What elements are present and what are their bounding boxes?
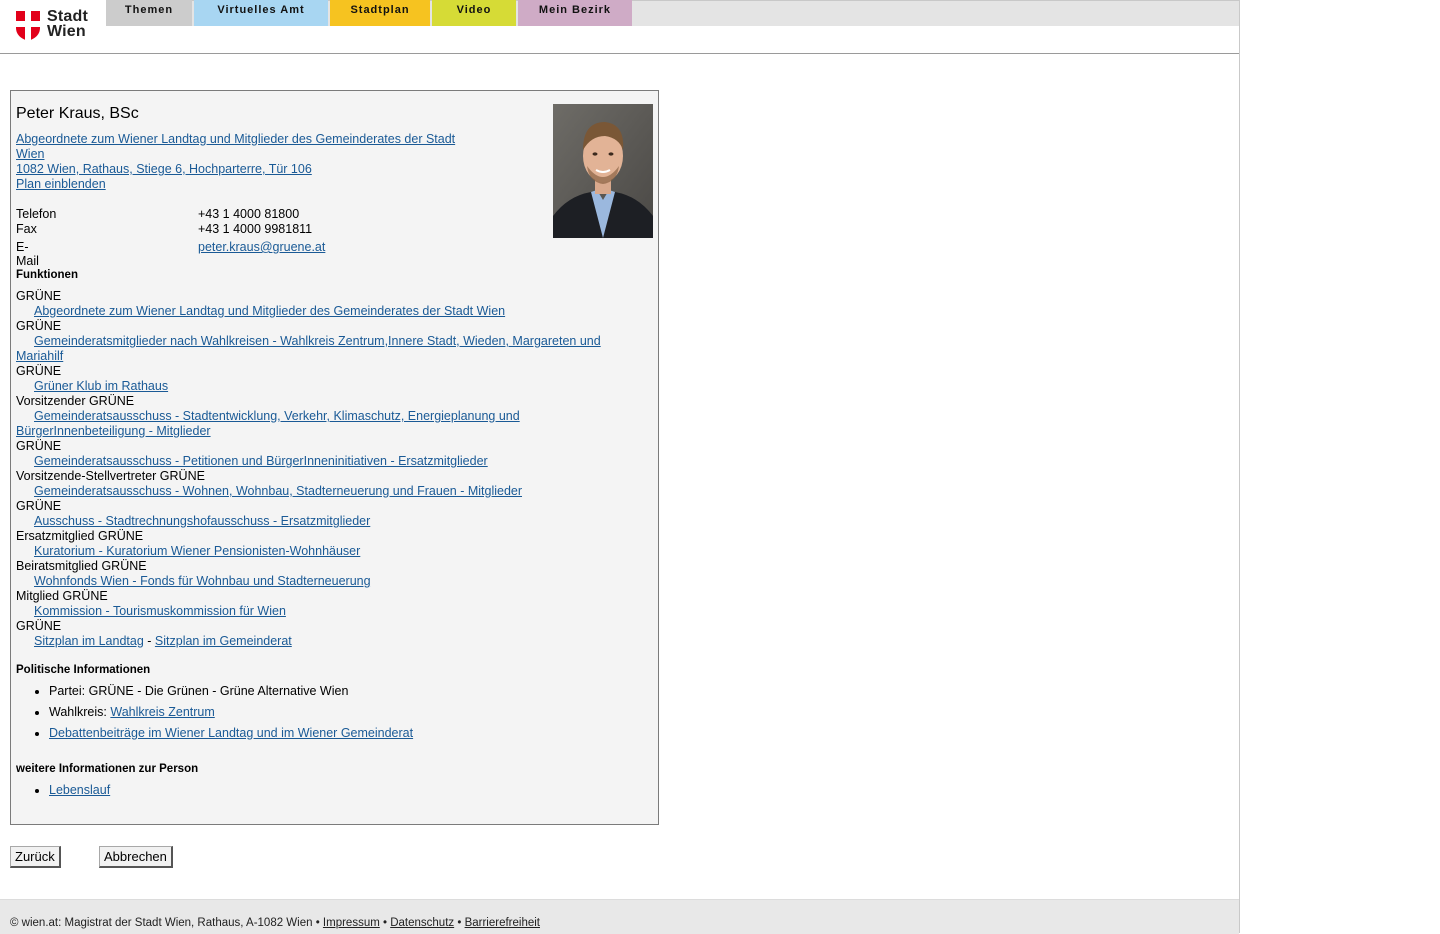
person-card: Peter Kraus, BSc Abgeordnete zum Wiener … (10, 90, 659, 825)
copyright-text: © wien.at: Magistrat der Stadt Wien, Rat… (10, 917, 323, 929)
function-role: Mitglied GRÜNE (16, 589, 108, 603)
function-link[interactable]: Kommission - Tourismuskommission für Wie… (34, 604, 286, 618)
phone-label: Telefon (16, 207, 57, 221)
tab-stadtplan[interactable]: Stadtplan (330, 0, 430, 26)
cancel-button[interactable]: Abbrechen (99, 846, 173, 868)
person-address: Abgeordnete zum Wiener Landtag und Mitgl… (16, 132, 486, 192)
site-footer: © wien.at: Magistrat der Stadt Wien, Rat… (0, 899, 1239, 934)
function-role: GRÜNE (16, 499, 62, 513)
function-link[interactable]: Ausschuss - Stadtrechnungshofausschuss -… (34, 514, 370, 528)
district-item: Wahlkreis: Wahlkreis Zentrum (49, 705, 413, 719)
footer-text: © wien.at: Magistrat der Stadt Wien, Rat… (10, 917, 540, 929)
page-frame: Stadt Wien Themen Virtuelles Amt Stadtplan… (0, 0, 1240, 934)
tab-mein-bezirk[interactable]: Mein Bezirk (518, 0, 632, 26)
function-entry: Gemeinderatsausschuss - Petitionen und B… (16, 454, 636, 469)
cv-item: Lebenslauf (49, 783, 110, 797)
function-role: Ersatzmitglied GRÜNE (16, 529, 144, 543)
accessibility-link[interactable]: Barrierefreiheit (465, 917, 540, 929)
political-heading: Politische Informationen (16, 664, 151, 676)
district-link[interactable]: Wahlkreis Zentrum (110, 705, 214, 719)
main-nav-tabs: Themen Virtuelles Amt Stadtplan Video Mein B… (106, 0, 634, 26)
tab-virtuelles-amt[interactable]: Virtuelles Amt (194, 0, 328, 26)
seat-plan-links: Sitzplan im Landtag - Sitzplan im Gemein… (16, 634, 636, 649)
phone-value: +43 1 4000 81800 (198, 207, 300, 221)
debates-item: Debattenbeiträge im Wiener Landtag und i… (49, 726, 413, 740)
seat-plan-landtag-link[interactable]: Sitzplan im Landtag (34, 634, 144, 648)
back-button[interactable]: Zurück (10, 846, 61, 868)
function-entry: Grüner Klub im Rathaus (16, 379, 636, 394)
function-link[interactable]: Kuratorium - Kuratorium Wiener Pensionis… (34, 544, 360, 558)
function-link[interactable]: Gemeinderatsausschuss - Petitionen und B… (34, 454, 488, 468)
footer-separator: • (454, 917, 465, 929)
function-entry: Gemeinderatsausschuss - Stadtentwicklung… (16, 409, 636, 439)
function-entry: Gemeinderatsmitglieder nach Wahlkreisen … (16, 334, 636, 364)
footer-separator: • (379, 917, 391, 929)
privacy-link[interactable]: Datenschutz (390, 917, 454, 929)
function-role: GRÜNE (16, 364, 62, 378)
person-photo (553, 104, 653, 238)
function-role: Vorsitzender GRÜNE (16, 394, 135, 408)
district-label: Wahlkreis: (49, 705, 111, 719)
person-name: Peter Kraus, BSc (16, 105, 139, 122)
cv-link[interactable]: Lebenslauf (49, 783, 110, 797)
email-link[interactable]: peter.kraus@gruene.at (198, 240, 325, 254)
fax-label: Fax (16, 222, 37, 236)
fax-value: +43 1 4000 9981811 (198, 222, 313, 236)
email-label: E-Mail (16, 240, 39, 268)
party-item: Partei: GRÜNE - Die Grünen - Grüne Alter… (49, 684, 413, 698)
site-header: Stadt Wien Themen Virtuelles Amt Stadtplan… (0, 0, 1239, 54)
function-role: GRÜNE (16, 619, 62, 633)
logo-text: Stadt Wien (47, 8, 88, 40)
functions-heading: Funktionen (16, 269, 78, 281)
function-entry: Kuratorium - Kuratorium Wiener Pensionis… (16, 544, 636, 559)
function-link[interactable]: Grüner Klub im Rathaus (34, 379, 168, 393)
more-info-heading: weitere Informationen zur Person (16, 763, 199, 775)
function-link[interactable]: Gemeinderatsausschuss - Wohnen, Wohnbau,… (34, 484, 522, 498)
function-link[interactable]: Gemeinderatsmitglieder nach Wahlkreisen … (16, 334, 601, 363)
function-role: GRÜNE (16, 319, 62, 333)
address-link[interactable]: 1082 Wien, Rathaus, Stiege 6, Hochparter… (16, 162, 486, 177)
tab-video[interactable]: Video (432, 0, 516, 26)
function-role: Beiratsmitglied GRÜNE (16, 559, 147, 573)
function-entry: Abgeordnete zum Wiener Landtag und Mitgl… (16, 304, 636, 319)
function-role: GRÜNE (16, 289, 62, 303)
stadt-wien-logo[interactable]: Stadt Wien (16, 9, 96, 43)
more-info-list: Lebenslauf (16, 783, 110, 804)
function-link[interactable]: Wohnfonds Wien - Fonds für Wohnbau und S… (34, 574, 371, 588)
function-entry: Wohnfonds Wien - Fonds für Wohnbau und S… (16, 574, 636, 589)
function-link[interactable]: Gemeinderatsausschuss - Stadtentwicklung… (16, 409, 520, 438)
show-plan-link[interactable]: Plan einblenden (16, 177, 486, 192)
seat-separator: - (143, 634, 155, 648)
logo-line-2: Wien (47, 23, 86, 40)
logo-line-1: Stadt (47, 8, 88, 25)
function-role: GRÜNE (16, 439, 62, 453)
function-role: Vorsitzende-Stellvertreter GRÜNE (16, 469, 205, 483)
function-entry: Kommission - Tourismuskommission für Wie… (16, 604, 636, 619)
tab-themen[interactable]: Themen (106, 0, 192, 26)
role-link[interactable]: Abgeordnete zum Wiener Landtag und Mitgl… (16, 132, 486, 162)
function-entry: Ausschuss - Stadtrechnungshofausschuss -… (16, 514, 636, 529)
political-info-list: Partei: GRÜNE - Die Grünen - Grüne Alter… (16, 684, 413, 747)
impressum-link[interactable]: Impressum (323, 917, 380, 929)
function-entry: Gemeinderatsausschuss - Wohnen, Wohnbau,… (16, 484, 636, 499)
debates-link[interactable]: Debattenbeiträge im Wiener Landtag und i… (49, 726, 413, 740)
function-link[interactable]: Abgeordnete zum Wiener Landtag und Mitgl… (34, 304, 505, 318)
functions-list: GRÜNE Abgeordnete zum Wiener Landtag und … (16, 289, 636, 649)
coat-of-arms-icon (16, 11, 40, 41)
seat-plan-gemeinderat-link[interactable]: Sitzplan im Gemeinderat (155, 634, 292, 648)
